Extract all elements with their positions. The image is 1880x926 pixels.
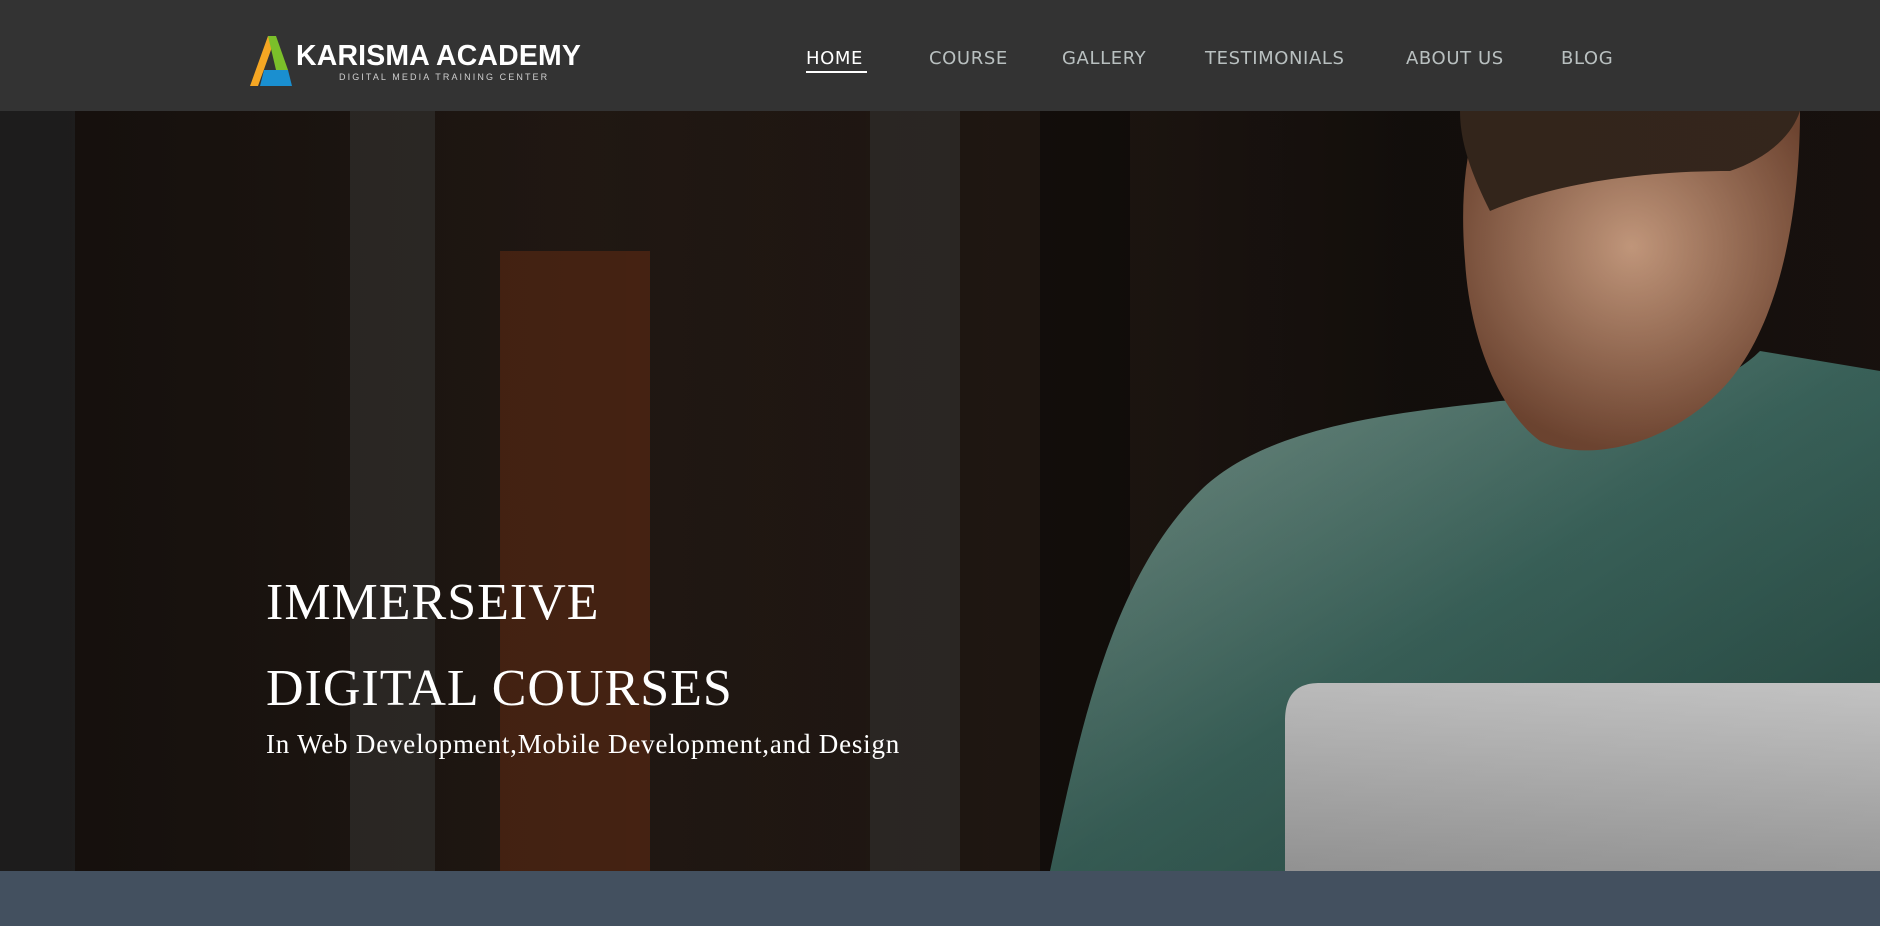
brand-name: KARISMA ACADEMY bbox=[296, 40, 582, 72]
brand-tagline: DIGITAL MEDIA TRAINING CENTER bbox=[339, 72, 550, 82]
hero-title-line-2: DIGITAL COURSES bbox=[266, 660, 733, 717]
nav-gallery[interactable]: GALLERY bbox=[1062, 48, 1146, 69]
top-navbar: KARISMA ACADEMY DIGITAL MEDIA TRAINING C… bbox=[0, 0, 1880, 111]
nav-blog[interactable]: BLOG bbox=[1561, 48, 1613, 69]
brand-logo-link[interactable]: KARISMA ACADEMY DIGITAL MEDIA TRAINING C… bbox=[246, 34, 606, 88]
nav-active-underline bbox=[806, 71, 867, 73]
hero-subtitle: In Web Development,Mobile Development,an… bbox=[266, 729, 901, 759]
karisma-logo-icon bbox=[250, 36, 292, 86]
nav-testimonials[interactable]: TESTIMONIALS bbox=[1205, 48, 1345, 69]
hero-banner: IMMERSEIVE DIGITAL COURSES In Web Develo… bbox=[0, 111, 1880, 871]
section-strip bbox=[0, 871, 1880, 926]
nav-home[interactable]: HOME bbox=[806, 48, 863, 69]
nav-about-us[interactable]: ABOUT US bbox=[1406, 48, 1504, 69]
nav-course[interactable]: COURSE bbox=[929, 48, 1008, 69]
hero-title-line-1: IMMERSEIVE bbox=[266, 574, 600, 631]
